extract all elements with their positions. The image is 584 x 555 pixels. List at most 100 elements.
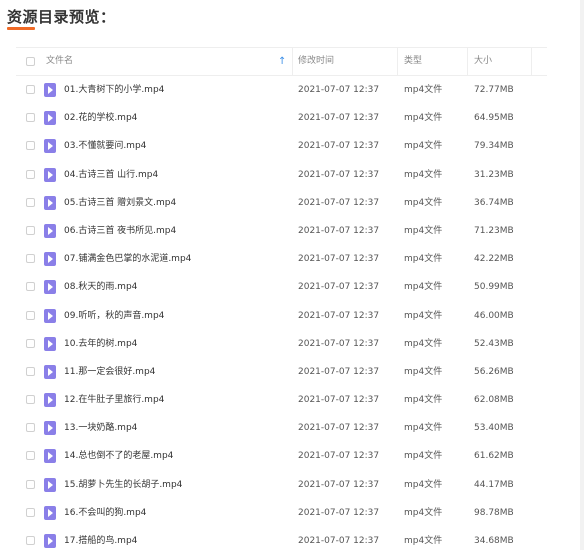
file-type: mp4文件 bbox=[404, 507, 443, 518]
row-checkbox[interactable] bbox=[26, 113, 35, 123]
table-row[interactable]: 04.古诗三首 山行.mp4 2021-07-07 12:37 mp4文件 31.23… bbox=[16, 161, 547, 189]
row-checkbox[interactable] bbox=[26, 282, 35, 292]
row-checkbox[interactable] bbox=[26, 395, 35, 405]
file-name[interactable]: 01.大青树下的小学.mp4 bbox=[64, 76, 164, 104]
row-checkbox[interactable] bbox=[26, 310, 35, 320]
video-file-icon bbox=[44, 449, 56, 464]
table-row[interactable]: 17.搭船的鸟.mp4 2021-07-07 12:37 mp4文件 34.68MB bbox=[16, 527, 547, 555]
row-checkbox[interactable] bbox=[26, 197, 35, 207]
scrollbar[interactable] bbox=[580, 0, 584, 550]
table-header: 文件名 ↑ 修改时间 类型 大小 bbox=[16, 47, 547, 76]
table-body: 01.大青树下的小学.mp4 2021-07-07 12:37 mp4文件 72.77… bbox=[16, 76, 547, 555]
table-row[interactable]: 14.总也倒不了的老屋.mp4 2021-07-07 12:37 mp4文件 61.6… bbox=[16, 442, 547, 470]
table-row[interactable]: 15.胡萝卜先生的长胡子.mp4 2021-07-07 12:37 mp4文件 44.… bbox=[16, 471, 547, 499]
file-name[interactable]: 14.总也倒不了的老屋.mp4 bbox=[64, 442, 173, 470]
file-name[interactable]: 04.古诗三首 山行.mp4 bbox=[64, 161, 158, 189]
file-modified-time: 2021-07-07 12:37 bbox=[298, 254, 380, 265]
table-row[interactable]: 10.去年的树.mp4 2021-07-07 12:37 mp4文件 52.43MB bbox=[16, 330, 547, 358]
video-file-icon bbox=[44, 336, 56, 351]
file-type: mp4文件 bbox=[404, 423, 443, 434]
row-checkbox[interactable] bbox=[26, 507, 35, 517]
file-size: 62.08MB bbox=[474, 395, 514, 406]
row-checkbox[interactable] bbox=[26, 141, 35, 151]
header-size[interactable]: 大小 bbox=[474, 48, 492, 75]
file-name[interactable]: 17.搭船的鸟.mp4 bbox=[64, 527, 137, 555]
file-type: mp4文件 bbox=[404, 282, 443, 293]
video-file-icon bbox=[44, 195, 56, 210]
file-name[interactable]: 11.那一定会很好.mp4 bbox=[64, 358, 155, 386]
file-modified-time: 2021-07-07 12:37 bbox=[298, 423, 380, 434]
table-row[interactable]: 09.听听，秋的声音.mp4 2021-07-07 12:37 mp4文件 46.00… bbox=[16, 302, 547, 330]
table-row[interactable]: 13.一块奶酪.mp4 2021-07-07 12:37 mp4文件 53.40MB bbox=[16, 414, 547, 442]
file-table: 文件名 ↑ 修改时间 类型 大小 01.大青树下的小学.mp4 2021-07-0… bbox=[16, 47, 547, 555]
file-type: mp4文件 bbox=[404, 451, 443, 462]
row-checkbox[interactable] bbox=[26, 366, 35, 376]
file-modified-time: 2021-07-07 12:37 bbox=[298, 338, 380, 349]
file-type: mp4文件 bbox=[404, 113, 443, 124]
row-checkbox[interactable] bbox=[26, 423, 35, 433]
row-checkbox[interactable] bbox=[26, 451, 35, 461]
file-size: 56.26MB bbox=[474, 366, 514, 377]
column-divider bbox=[397, 48, 398, 75]
file-name[interactable]: 06.古诗三首 夜书所见.mp4 bbox=[64, 217, 176, 245]
file-modified-time: 2021-07-07 12:37 bbox=[298, 85, 380, 95]
file-size: 71.23MB bbox=[474, 225, 514, 236]
file-modified-time: 2021-07-07 12:37 bbox=[298, 479, 380, 490]
file-modified-time: 2021-07-07 12:37 bbox=[298, 197, 380, 208]
table-row[interactable]: 02.花的学校.mp4 2021-07-07 12:37 mp4文件 64.95MB bbox=[16, 104, 547, 132]
row-checkbox[interactable] bbox=[26, 254, 35, 264]
file-size: 79.34MB bbox=[474, 141, 514, 152]
file-modified-time: 2021-07-07 12:37 bbox=[298, 451, 380, 462]
header-type[interactable]: 类型 bbox=[404, 48, 422, 75]
file-type: mp4文件 bbox=[404, 536, 443, 546]
file-name[interactable]: 08.秋天的雨.mp4 bbox=[64, 273, 137, 301]
table-row[interactable]: 06.古诗三首 夜书所见.mp4 2021-07-07 12:37 mp4文件 71.… bbox=[16, 217, 547, 245]
file-type: mp4文件 bbox=[404, 197, 443, 208]
file-modified-time: 2021-07-07 12:37 bbox=[298, 113, 380, 124]
file-modified-time: 2021-07-07 12:37 bbox=[298, 366, 380, 377]
file-name[interactable]: 16.不会叫的狗.mp4 bbox=[64, 499, 146, 527]
row-checkbox[interactable] bbox=[26, 479, 35, 489]
table-row[interactable]: 16.不会叫的狗.mp4 2021-07-07 12:37 mp4文件 98.78MB bbox=[16, 499, 547, 527]
select-all-checkbox[interactable] bbox=[26, 57, 35, 66]
table-row[interactable]: 08.秋天的雨.mp4 2021-07-07 12:37 mp4文件 50.99MB bbox=[16, 273, 547, 301]
row-checkbox[interactable] bbox=[26, 85, 35, 94]
table-row[interactable]: 01.大青树下的小学.mp4 2021-07-07 12:37 mp4文件 72.77… bbox=[16, 76, 547, 104]
page-title: 资源目录预览： bbox=[7, 8, 116, 26]
file-name[interactable]: 10.去年的树.mp4 bbox=[64, 330, 137, 358]
row-checkbox[interactable] bbox=[26, 338, 35, 348]
column-divider bbox=[531, 48, 532, 75]
sort-ascending-icon[interactable]: ↑ bbox=[278, 48, 286, 75]
file-name[interactable]: 09.听听，秋的声音.mp4 bbox=[64, 302, 164, 330]
table-row[interactable]: 05.古诗三首 赠刘景文.mp4 2021-07-07 12:37 mp4文件 36.… bbox=[16, 189, 547, 217]
column-divider bbox=[467, 48, 468, 75]
table-row[interactable]: 12.在牛肚子里旅行.mp4 2021-07-07 12:37 mp4文件 62.08… bbox=[16, 386, 547, 414]
file-type: mp4文件 bbox=[404, 310, 443, 321]
row-checkbox[interactable] bbox=[26, 225, 35, 235]
file-modified-time: 2021-07-07 12:37 bbox=[298, 536, 380, 546]
video-file-icon bbox=[44, 534, 56, 548]
file-size: 72.77MB bbox=[474, 85, 514, 95]
file-type: mp4文件 bbox=[404, 254, 443, 265]
file-size: 53.40MB bbox=[474, 423, 514, 434]
file-size: 50.99MB bbox=[474, 282, 514, 293]
file-name[interactable]: 05.古诗三首 赠刘景文.mp4 bbox=[64, 189, 176, 217]
table-row[interactable]: 11.那一定会很好.mp4 2021-07-07 12:37 mp4文件 56.26M… bbox=[16, 358, 547, 386]
table-row[interactable]: 03.不懂就要问.mp4 2021-07-07 12:37 mp4文件 79.34MB bbox=[16, 132, 547, 160]
video-file-icon bbox=[44, 393, 56, 408]
file-name[interactable]: 07.铺满金色巴掌的水泥道.mp4 bbox=[64, 245, 191, 273]
file-type: mp4文件 bbox=[404, 85, 443, 95]
video-file-icon bbox=[44, 477, 56, 492]
file-name[interactable]: 12.在牛肚子里旅行.mp4 bbox=[64, 386, 164, 414]
file-name[interactable]: 13.一块奶酪.mp4 bbox=[64, 414, 137, 442]
table-row[interactable]: 07.铺满金色巴掌的水泥道.mp4 2021-07-07 12:37 mp4文件 42… bbox=[16, 245, 547, 273]
header-name[interactable]: 文件名 bbox=[46, 48, 73, 75]
column-divider bbox=[292, 48, 293, 75]
file-name[interactable]: 02.花的学校.mp4 bbox=[64, 104, 137, 132]
file-modified-time: 2021-07-07 12:37 bbox=[298, 507, 380, 518]
row-checkbox[interactable] bbox=[26, 536, 35, 545]
file-name[interactable]: 15.胡萝卜先生的长胡子.mp4 bbox=[64, 471, 182, 499]
header-time[interactable]: 修改时间 bbox=[298, 48, 334, 75]
row-checkbox[interactable] bbox=[26, 169, 35, 179]
file-name[interactable]: 03.不懂就要问.mp4 bbox=[64, 132, 146, 160]
